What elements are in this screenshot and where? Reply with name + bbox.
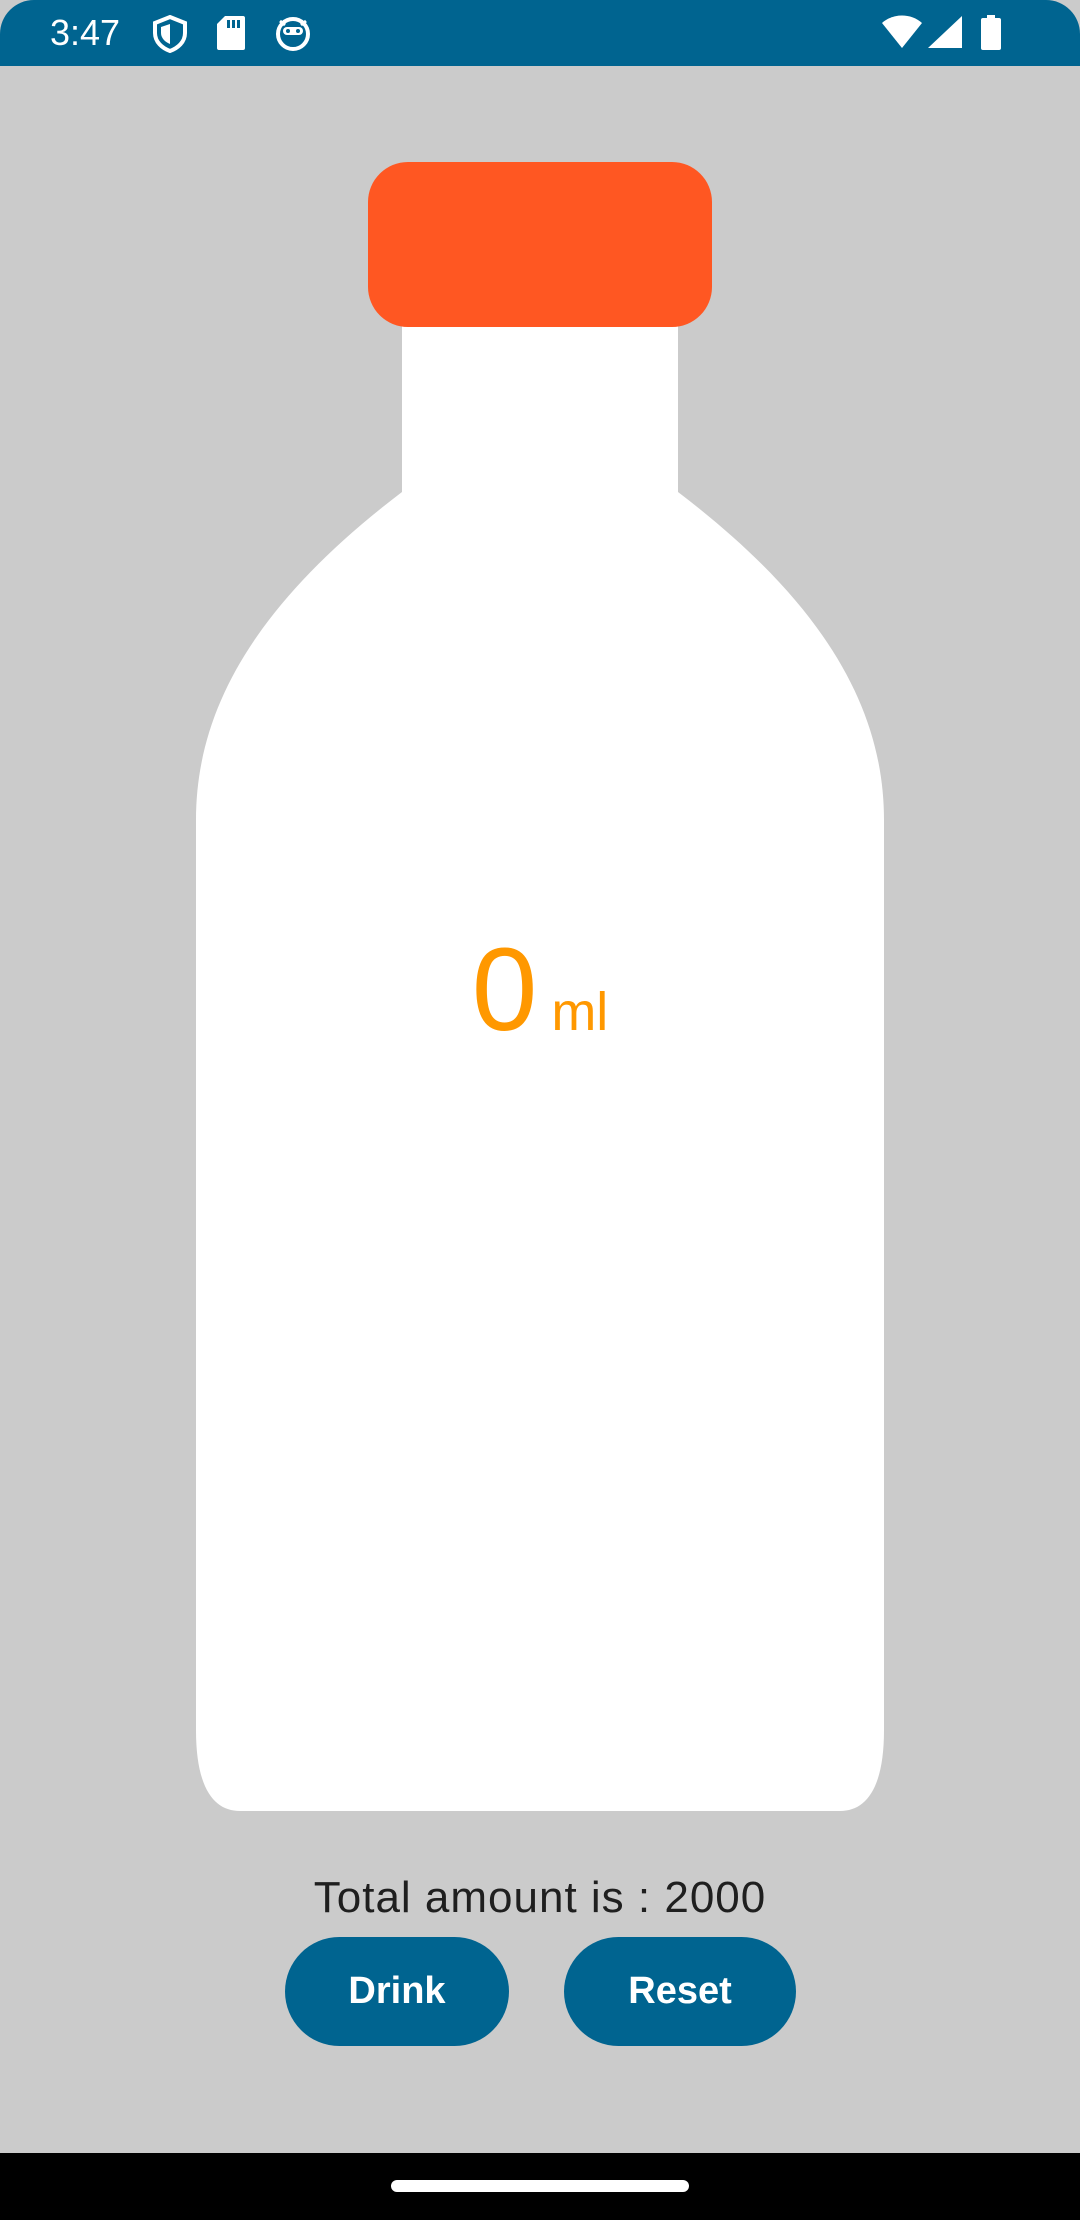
bottle-cap <box>368 162 712 327</box>
total-amount-label: Total amount is : 2000 <box>313 1873 767 1922</box>
water-amount-display: 0 ml <box>0 930 1080 1050</box>
reset-button[interactable]: Reset <box>564 1937 796 2046</box>
amount-value: 0 <box>471 924 538 1056</box>
bottle-illustration <box>196 162 884 1811</box>
drink-button[interactable]: Drink <box>285 1937 509 2046</box>
amount-unit: ml <box>551 982 609 1042</box>
bottle-body <box>196 300 884 1811</box>
home-gesture-handle[interactable] <box>391 2180 689 2192</box>
